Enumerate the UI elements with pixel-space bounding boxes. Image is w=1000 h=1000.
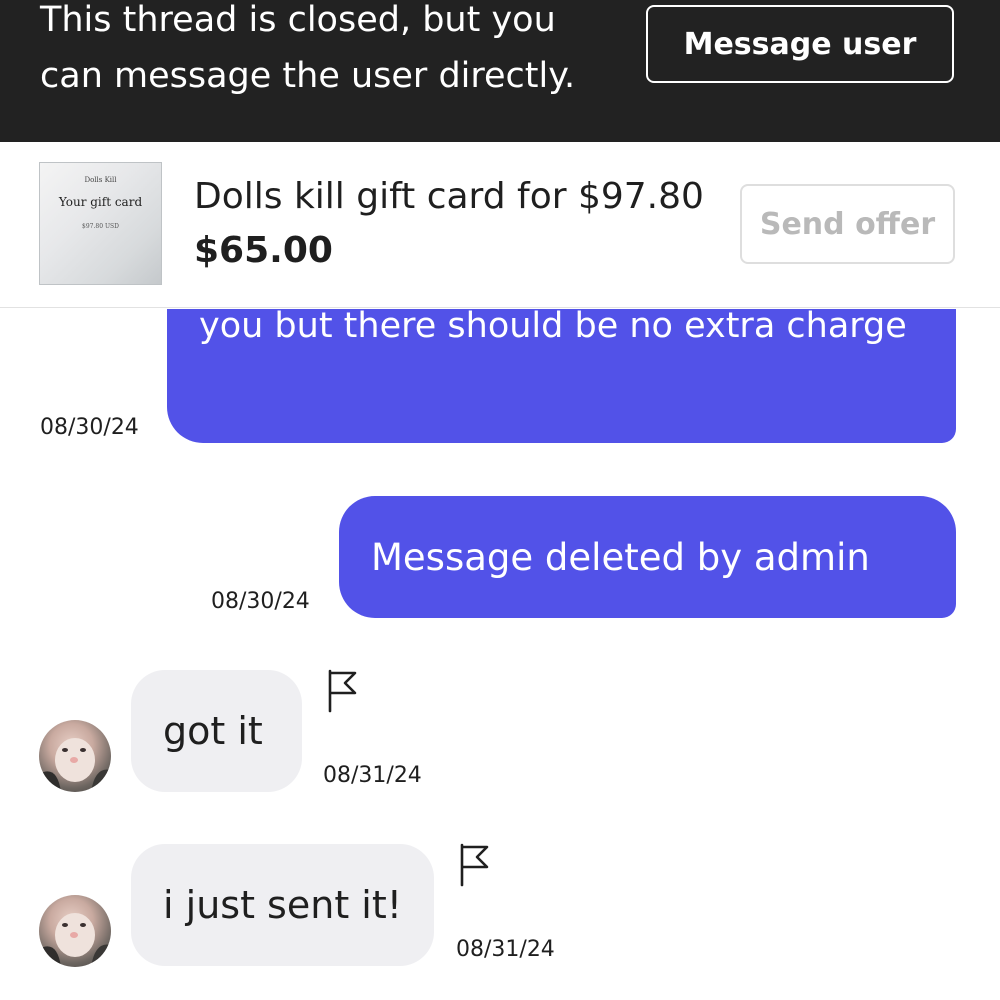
sender-avatar[interactable] [39, 720, 111, 792]
closed-thread-notice: This thread is closed, but you can messa… [40, 0, 576, 96]
message-text: you but there should be no extra charge [199, 309, 907, 346]
message-timestamp: 08/30/24 [40, 415, 139, 440]
listing-price: $65.00 [194, 230, 333, 271]
listing-summary: Dolls Kill Your gift card $97.80 USD Dol… [0, 142, 1000, 308]
incoming-message: i just sent it! [131, 844, 434, 966]
sender-avatar[interactable] [39, 895, 111, 967]
message-text: Message deleted by admin [371, 535, 870, 579]
thumbnail-brand: Dolls Kill [84, 176, 117, 184]
incoming-message: got it [131, 670, 302, 792]
send-offer-button[interactable]: Send offer [740, 184, 955, 264]
message-timestamp: 08/31/24 [456, 937, 555, 962]
message-user-button[interactable]: Message user [646, 5, 954, 83]
message-timestamp: 08/30/24 [211, 589, 310, 614]
outgoing-message: you but there should be no extra charge [167, 309, 956, 443]
cat-avatar-image [39, 738, 111, 792]
report-flag-icon[interactable] [459, 843, 493, 887]
closed-thread-banner: This thread is closed, but you can messa… [0, 0, 1000, 142]
message-timestamp: 08/31/24 [323, 763, 422, 788]
cat-avatar-image [39, 913, 111, 967]
report-flag-icon[interactable] [327, 669, 361, 713]
listing-title[interactable]: Dolls kill gift card for $97.80 [194, 176, 704, 217]
outgoing-message: Message deleted by admin [339, 496, 956, 618]
message-text: got it [163, 709, 263, 753]
thumbnail-title: Your gift card [58, 195, 143, 209]
listing-thumbnail[interactable]: Dolls Kill Your gift card $97.80 USD [39, 162, 162, 285]
message-text: i just sent it! [163, 883, 402, 927]
thumbnail-amount: $97.80 USD [82, 223, 119, 230]
message-thread[interactable]: you but there should be no extra charge … [0, 309, 1000, 1000]
